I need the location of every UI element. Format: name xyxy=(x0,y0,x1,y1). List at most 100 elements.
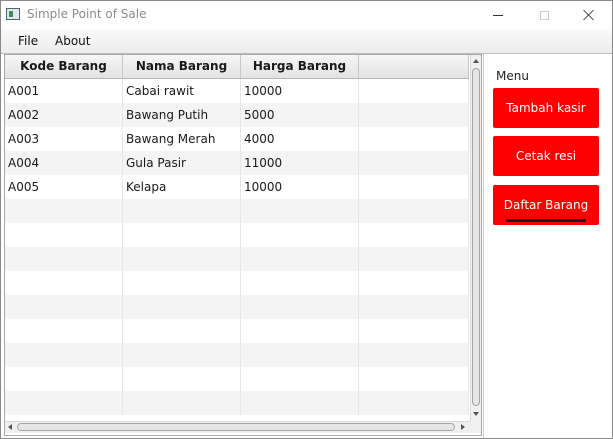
table-row[interactable]: A004 Gula Pasir 11000 xyxy=(5,151,469,175)
daftar-barang-label: Daftar Barang xyxy=(503,198,589,212)
app-window: Simple Point of Sale File About Kode Bar… xyxy=(0,0,613,439)
cetak-resi-label: Cetak resi xyxy=(515,149,577,163)
table-cell xyxy=(241,391,359,415)
table-cell: A002 xyxy=(5,103,123,127)
table-row[interactable] xyxy=(5,367,469,391)
table-cell xyxy=(5,247,123,271)
scroll-left-icon[interactable] xyxy=(8,424,12,430)
table-cell: A003 xyxy=(5,127,123,151)
table-cell xyxy=(241,319,359,343)
table-cell: 10000 xyxy=(241,175,359,199)
table-cell: A005 xyxy=(5,175,123,199)
table-cell: 4000 xyxy=(241,127,359,151)
menu-bar: File About xyxy=(1,29,612,54)
scroll-down-icon[interactable] xyxy=(473,412,479,416)
column-header-filler xyxy=(359,55,469,78)
scrollbar-corner xyxy=(470,421,481,433)
table-body: A001 Cabai rawit 10000 A002 Bawang Putih 5000… xyxy=(5,79,469,419)
table-cell xyxy=(241,247,359,271)
table-cell xyxy=(359,103,469,127)
table-row[interactable] xyxy=(5,295,469,319)
table-cell xyxy=(359,127,469,151)
table-row[interactable]: A001 Cabai rawit 10000 xyxy=(5,79,469,103)
cetak-resi-button[interactable]: Cetak resi xyxy=(493,136,599,176)
table-cell: Gula Pasir xyxy=(123,151,241,175)
table-cell xyxy=(359,367,469,391)
table-row[interactable] xyxy=(5,199,469,223)
horizontal-scroll-thumb[interactable] xyxy=(17,423,455,431)
table-cell xyxy=(359,199,469,223)
window-title: Simple Point of Sale xyxy=(27,7,147,21)
table-cell: 5000 xyxy=(241,103,359,127)
table-cell xyxy=(123,271,241,295)
table-cell xyxy=(359,223,469,247)
table-cell: A001 xyxy=(5,79,123,103)
column-header-nama[interactable]: Nama Barang xyxy=(123,55,241,78)
table-cell xyxy=(5,391,123,415)
table-row[interactable]: A003 Bawang Merah 4000 xyxy=(5,127,469,151)
table-row[interactable] xyxy=(5,223,469,247)
window-app-icon xyxy=(6,8,20,20)
focus-indicator xyxy=(506,219,586,222)
table-cell xyxy=(5,295,123,319)
table-cell xyxy=(359,247,469,271)
table-cell: Kelapa xyxy=(123,175,241,199)
table-row[interactable]: A002 Bawang Putih 5000 xyxy=(5,103,469,127)
title-bar[interactable]: Simple Point of Sale xyxy=(1,1,612,29)
table-cell: 11000 xyxy=(241,151,359,175)
table-cell xyxy=(123,295,241,319)
table-cell xyxy=(5,367,123,391)
menu-about[interactable]: About xyxy=(55,34,90,48)
table-cell xyxy=(123,247,241,271)
table-cell xyxy=(123,343,241,367)
tambah-kasir-button[interactable]: Tambah kasir xyxy=(493,88,599,128)
table-row[interactable]: A005 Kelapa 10000 xyxy=(5,175,469,199)
vertical-scrollbar[interactable] xyxy=(470,55,481,421)
table-row[interactable] xyxy=(5,271,469,295)
table-row[interactable] xyxy=(5,247,469,271)
table-cell xyxy=(359,295,469,319)
table-cell xyxy=(123,367,241,391)
minimize-button[interactable] xyxy=(475,1,521,29)
table-row[interactable] xyxy=(5,343,469,367)
minimize-icon xyxy=(493,14,503,16)
daftar-barang-button[interactable]: Daftar Barang xyxy=(493,185,599,225)
table-cell xyxy=(123,319,241,343)
table-cell xyxy=(241,223,359,247)
scroll-up-icon[interactable] xyxy=(473,59,479,63)
table-cell xyxy=(123,223,241,247)
table-cell: A004 xyxy=(5,151,123,175)
table-cell xyxy=(241,271,359,295)
table-cell: Bawang Putih xyxy=(123,103,241,127)
close-button[interactable] xyxy=(566,1,612,29)
table-cell: Bawang Merah xyxy=(123,127,241,151)
product-table[interactable]: Kode Barang Nama Barang Harga Barang A00… xyxy=(4,54,482,436)
column-header-kode[interactable]: Kode Barang xyxy=(5,55,123,78)
table-cell xyxy=(241,199,359,223)
table-cell xyxy=(123,199,241,223)
table-cell xyxy=(359,271,469,295)
table-cell xyxy=(5,199,123,223)
menu-file[interactable]: File xyxy=(18,34,38,48)
table-cell xyxy=(359,79,469,103)
vertical-scroll-thumb[interactable] xyxy=(472,68,480,406)
table-row[interactable] xyxy=(5,319,469,343)
table-cell xyxy=(359,175,469,199)
table-cell xyxy=(241,343,359,367)
side-menu-label: Menu xyxy=(496,69,529,83)
table-cell xyxy=(359,151,469,175)
close-icon xyxy=(583,9,595,21)
table-row[interactable] xyxy=(5,391,469,415)
scroll-right-icon[interactable] xyxy=(461,424,465,430)
table-cell: Cabai rawit xyxy=(123,79,241,103)
table-cell xyxy=(5,223,123,247)
table-cell xyxy=(5,319,123,343)
column-header-harga[interactable]: Harga Barang xyxy=(241,55,359,78)
table-cell xyxy=(5,271,123,295)
table-cell xyxy=(241,295,359,319)
table-cell: 10000 xyxy=(241,79,359,103)
side-menu-panel: Menu Tambah kasir Cetak resi Daftar Bara… xyxy=(483,54,612,438)
maximize-icon xyxy=(539,10,549,20)
maximize-button[interactable] xyxy=(521,1,567,29)
horizontal-scrollbar[interactable] xyxy=(5,421,470,433)
